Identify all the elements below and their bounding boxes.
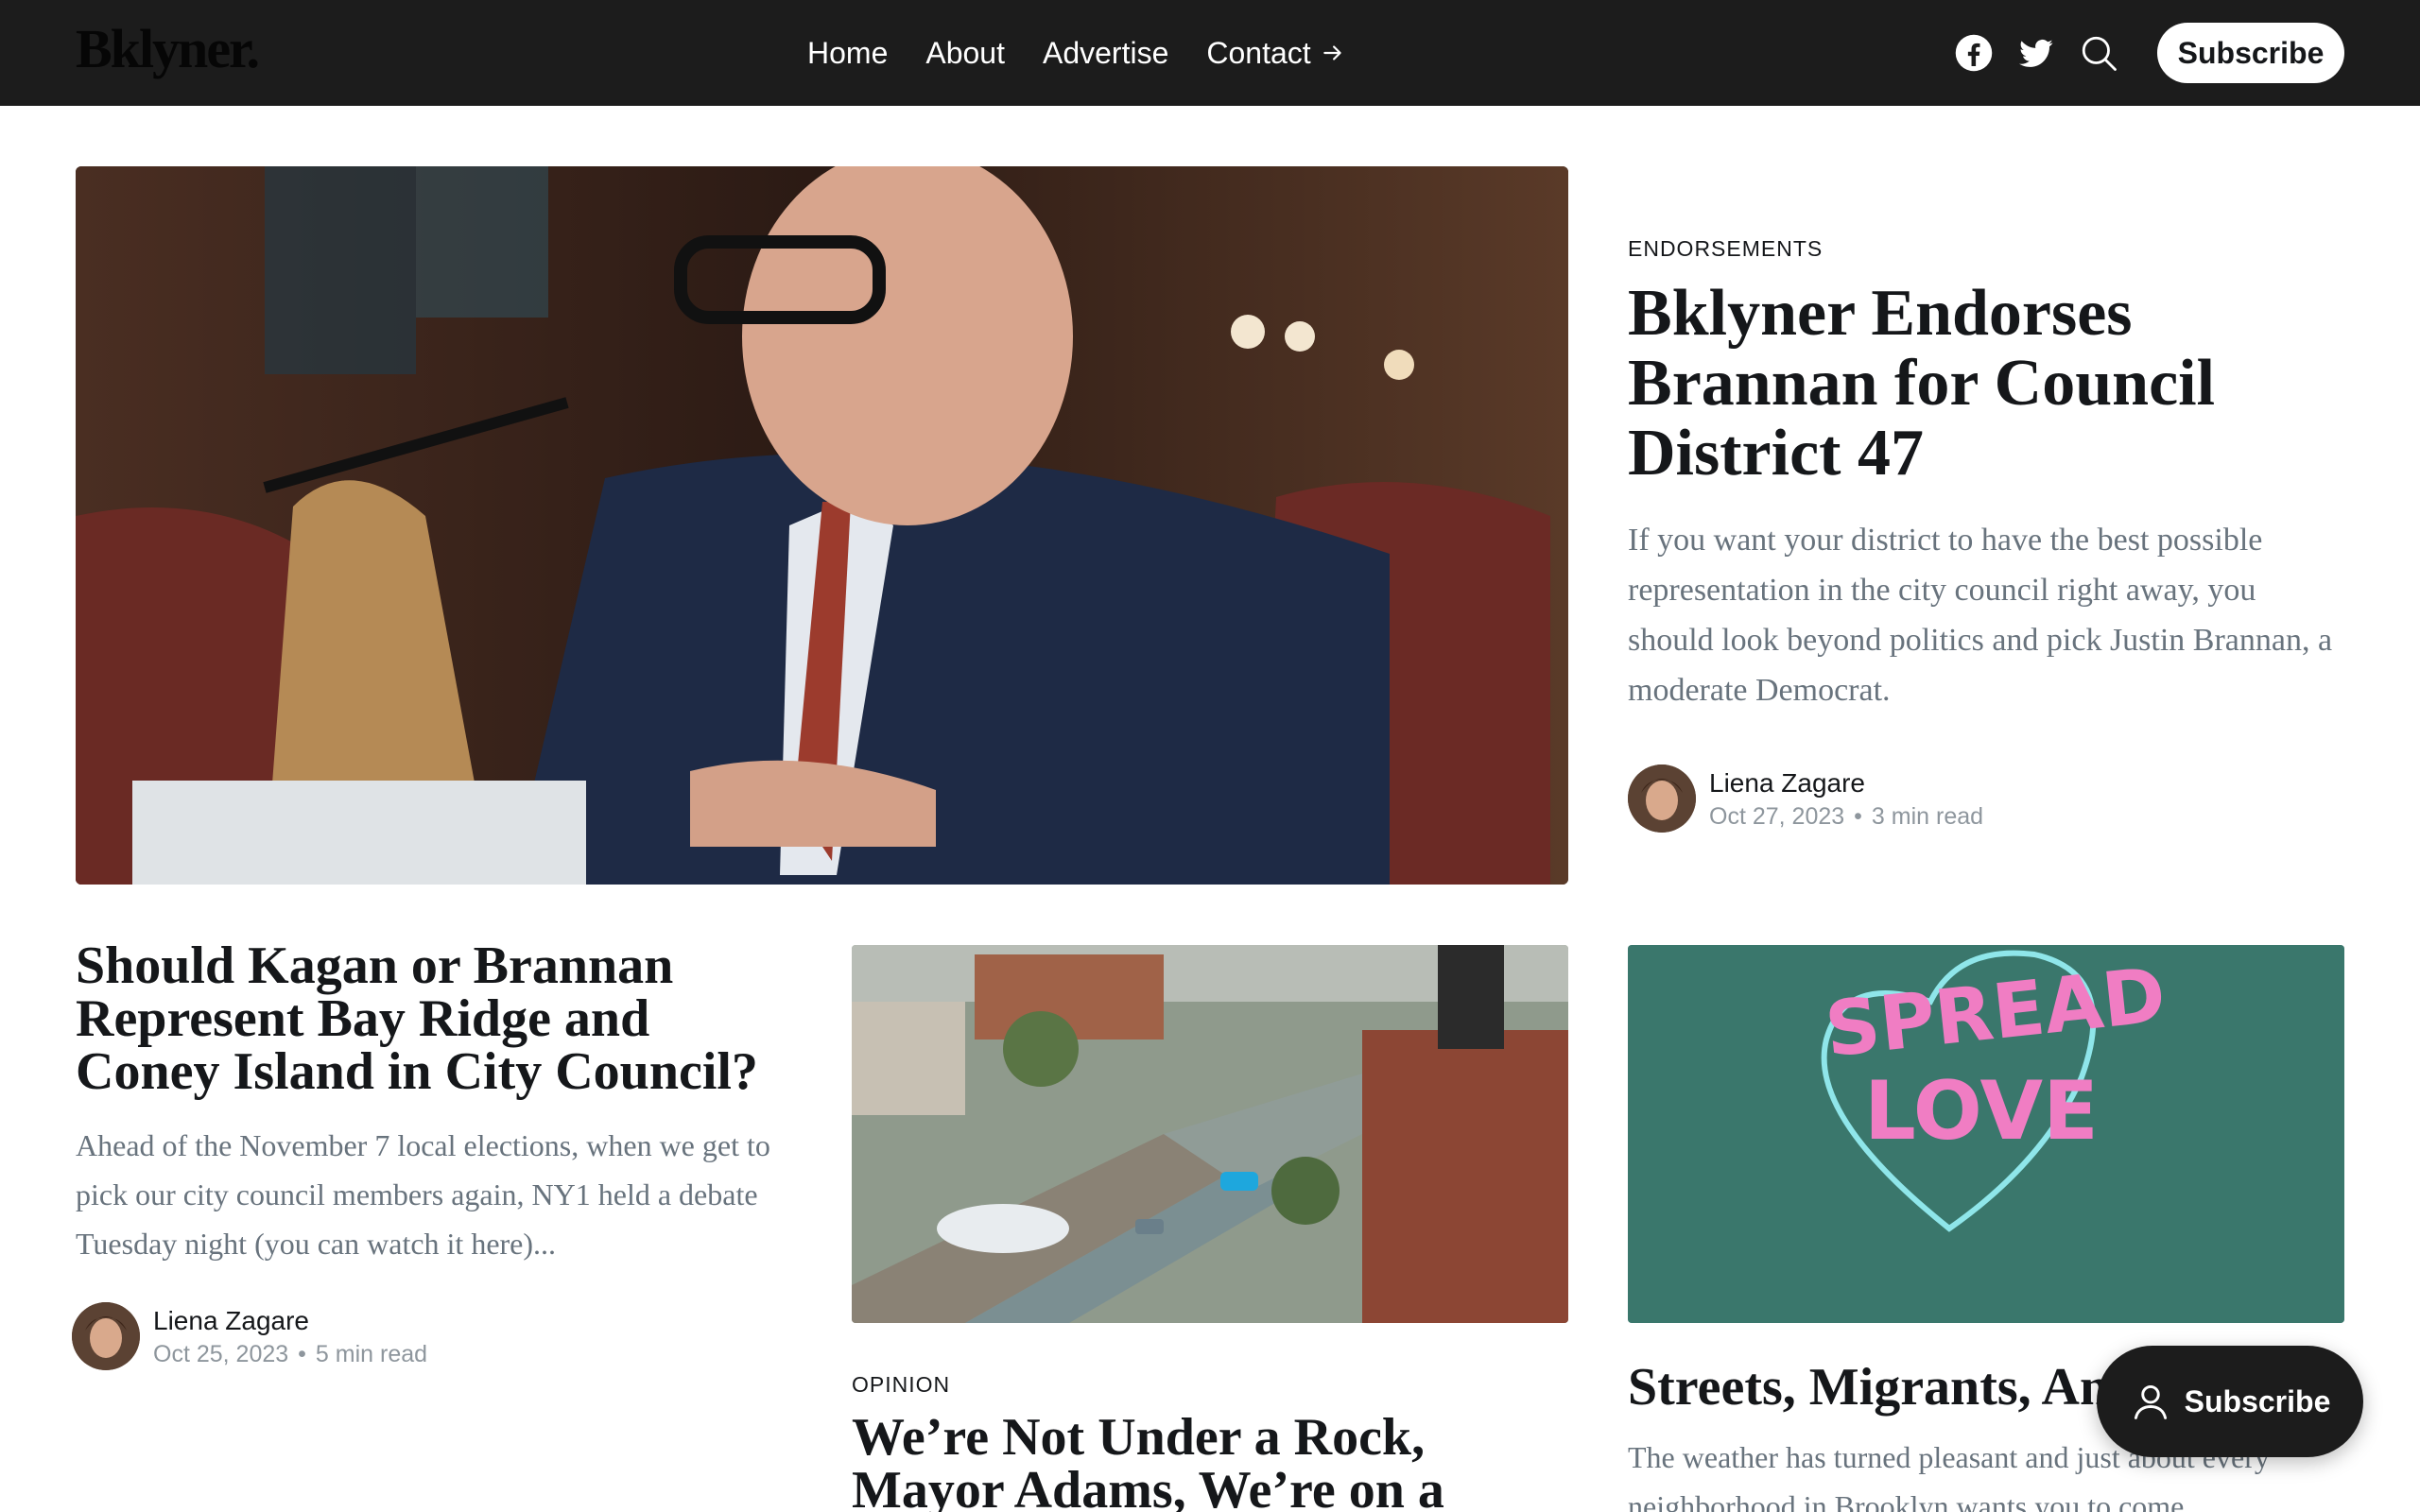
post-date: Oct 25, 2023 [153, 1340, 289, 1367]
search-icon[interactable] [2078, 32, 2119, 74]
nav-advertise[interactable]: Advertise [1043, 32, 1168, 74]
hero-article: ENDORSEMENTS Bklyner Endorses Brannan fo… [1628, 236, 2346, 833]
svg-text:LOVE: LOVE [1864, 1064, 2099, 1159]
read-time: 3 min read [1871, 802, 1984, 830]
byline-text: Liena Zagare Oct 25, 2023 • 5 min read [153, 1305, 427, 1368]
article-card: OPINION We’re Not Under a Rock, Mayor Ad… [852, 945, 1568, 1512]
site-header: Bklyner. Home About Advertise Contact Su… [0, 0, 2420, 106]
post-meta: Oct 25, 2023 • 5 min read [153, 1341, 427, 1368]
twitter-icon[interactable] [2015, 32, 2057, 74]
nav-contact[interactable]: Contact [1206, 32, 1344, 74]
main-nav: Home About Advertise Contact [807, 32, 1345, 74]
meta-separator: • [298, 1340, 306, 1367]
card-title[interactable]: We’re Not Under a Rock, Mayor Adams, We’… [852, 1411, 1568, 1512]
card-image[interactable]: SPREAD LOVE [1628, 945, 2344, 1323]
avatar[interactable] [1628, 765, 1696, 833]
hero-excerpt: If you want your district to have the be… [1628, 523, 2333, 708]
article-card: Should Kagan or Brannan Represent Bay Ri… [72, 939, 794, 1370]
meta-separator: • [1854, 802, 1862, 830]
card-byline: Liena Zagare Oct 25, 2023 • 5 min read [72, 1302, 794, 1370]
hero-image[interactable] [76, 166, 1568, 885]
byline-text: Liena Zagare Oct 27, 2023 • 3 min read [1709, 767, 1983, 831]
card-excerpt: Ahead of the November 7 local elections,… [76, 1128, 770, 1261]
post-meta: Oct 27, 2023 • 3 min read [1709, 803, 1983, 831]
facebook-icon[interactable] [1953, 32, 1995, 74]
read-time: 5 min read [315, 1340, 428, 1367]
user-icon [2134, 1384, 2167, 1419]
floating-subscribe-button[interactable]: Subscribe [2097, 1346, 2363, 1457]
nav-about[interactable]: About [925, 32, 1005, 74]
post-date: Oct 27, 2023 [1709, 802, 1845, 830]
hero-title[interactable]: Bklyner Endorses Brannan for Council Dis… [1628, 279, 2346, 489]
nav-contact-label: Contact [1206, 36, 1311, 70]
hero-byline: Liena Zagare Oct 27, 2023 • 3 min read [1628, 765, 2346, 833]
avatar[interactable] [72, 1302, 140, 1370]
arrow-right-icon [1322, 45, 1341, 60]
card-title[interactable]: Should Kagan or Brannan Represent Bay Ri… [76, 939, 794, 1098]
hero-tag[interactable]: ENDORSEMENTS [1628, 236, 2346, 262]
card-image[interactable] [852, 945, 1568, 1323]
nav-home[interactable]: Home [807, 32, 888, 74]
floating-subscribe-label: Subscribe [2184, 1383, 2331, 1418]
author-name[interactable]: Liena Zagare [1709, 767, 1983, 799]
subscribe-button[interactable]: Subscribe [2157, 23, 2344, 83]
site-logo[interactable]: Bklyner. [76, 17, 260, 80]
header-actions: Subscribe [1953, 23, 2344, 83]
card-tag[interactable]: OPINION [852, 1372, 1568, 1398]
author-name[interactable]: Liena Zagare [153, 1305, 427, 1337]
